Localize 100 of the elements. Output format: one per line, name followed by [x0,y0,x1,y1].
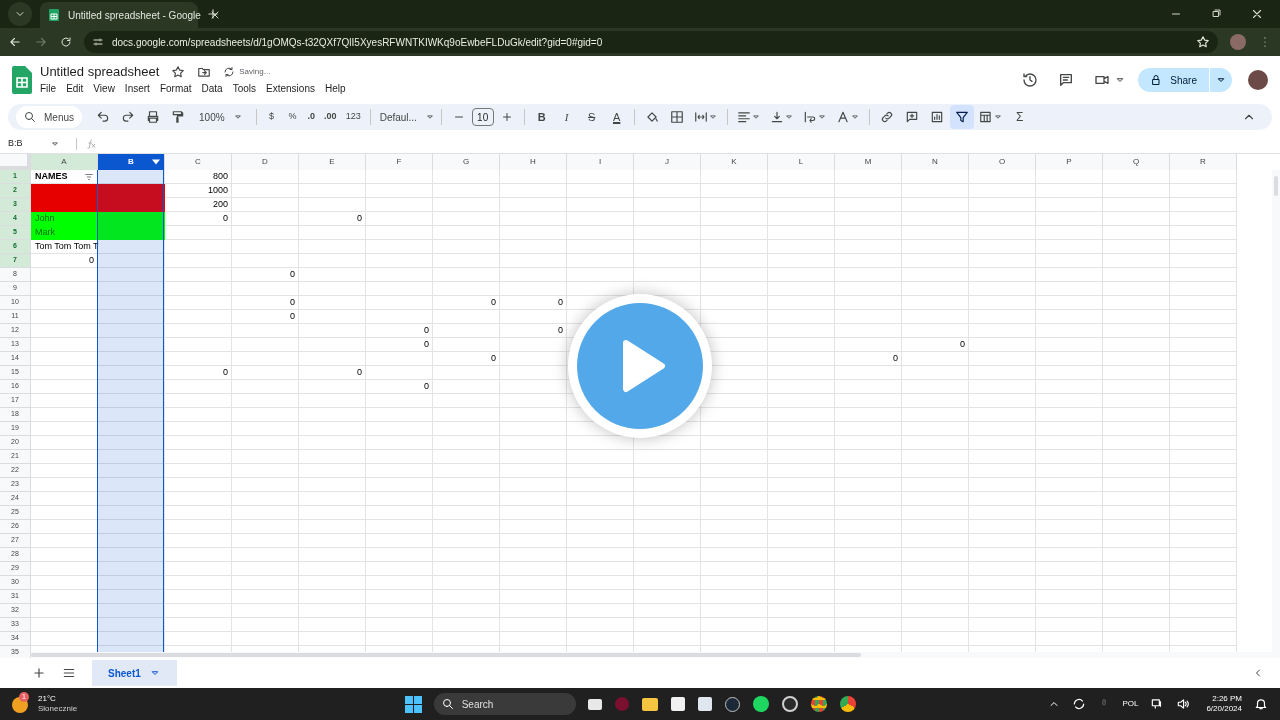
menu-item[interactable]: Format [155,81,196,96]
column-header[interactable]: M [835,154,902,170]
browser-app-icon[interactable] [839,696,856,712]
menu-item[interactable]: Extensions [262,81,319,96]
column-header[interactable]: E [299,154,366,170]
star-icon[interactable] [171,65,186,79]
back-icon[interactable] [8,35,22,49]
column-header[interactable]: P [1036,154,1103,170]
task-view-icon[interactable] [587,698,602,710]
version-history-icon[interactable] [1022,72,1039,88]
name-box[interactable]: B:B [0,135,68,152]
tab-list-button[interactable] [8,2,32,26]
address-bar[interactable]: docs.google.com/spreadsheets/d/1gOMQs-t32QXf7QlI5XyesRFWNTKIWKq9oEwbeFLDuGk/edit?gid=0#gid=0 [84,31,1218,53]
table-cell-text: 1000 [206,184,229,198]
column-header[interactable]: O [969,154,1036,170]
decrease-decimals-button[interactable]: .0 [303,105,320,129]
reload-icon[interactable] [60,36,72,48]
paint-icon [171,110,185,124]
column-header[interactable]: K [701,154,768,170]
column-header[interactable]: R [1170,154,1237,170]
restore-icon[interactable] [1210,8,1222,20]
column-header[interactable]: I [567,154,634,170]
vertical-scrollbar[interactable] [1272,170,1280,658]
horizontal-scrollbar[interactable] [31,652,1272,658]
record-app-icon[interactable] [781,696,798,712]
music-app-icon[interactable] [752,696,769,712]
functions-button[interactable]: Σ [1007,105,1032,129]
volume-icon[interactable] [1176,697,1191,711]
more-formats-button[interactable]: 123 [341,105,365,129]
borders-icon [669,110,684,124]
app-icon[interactable] [724,696,740,712]
table-cell-text: 0 [356,366,363,380]
increase-decimals-button[interactable]: .00 [320,105,341,129]
menu-item[interactable]: File [36,81,61,96]
taskbar-search-field[interactable]: Search [433,693,576,715]
table-cell-text: 0 [356,212,363,226]
menus-search[interactable]: Menus [16,106,82,128]
column-header[interactable]: L [768,154,835,170]
menu-item[interactable]: Data [197,81,227,96]
store-bag-icon[interactable] [697,697,712,711]
search-icon [24,111,36,123]
app-icon[interactable] [670,697,685,711]
menu-item[interactable]: Insert [120,81,154,96]
play-button[interactable] [568,294,712,438]
views-icon [978,110,993,124]
menu-item[interactable]: Edit [62,81,88,96]
column-header[interactable]: C [165,154,232,170]
percent-format-button[interactable]: % [282,105,303,129]
menu-item[interactable]: Tools [228,81,261,96]
language-indicator[interactable]: POL [1122,698,1139,710]
notifications-bell-icon[interactable] [1254,697,1268,711]
zoom-select[interactable]: 100% [195,105,247,129]
profile-avatar[interactable] [1230,34,1246,50]
filter-icon[interactable] [84,172,94,182]
temperature: 21°C [38,694,57,704]
browser-app-icon[interactable] [810,696,827,712]
column-header[interactable]: A [31,154,98,170]
column-header[interactable]: B [98,154,165,170]
table-cell-text: 0 [557,324,564,338]
account-avatar[interactable] [1248,70,1268,90]
column-header[interactable]: D [232,154,299,170]
italic-button[interactable]: I [554,105,579,129]
document-title[interactable]: Untitled spreadsheet [40,64,160,80]
start-icon[interactable] [404,695,422,713]
filter-button[interactable] [949,105,974,129]
strikethrough-button[interactable]: S [579,105,604,129]
text-color-button[interactable]: A [604,105,629,129]
folder-icon[interactable] [641,697,658,711]
wrap-icon [802,110,817,124]
table-cell: NAMES [31,170,98,184]
column-header[interactable]: F [366,154,433,170]
currency-format-button[interactable]: $ [261,105,282,129]
all-sheets-icon[interactable] [62,666,76,680]
clock[interactable]: 2:26 PM 6/20/2024 [1206,694,1242,714]
sheet-tab[interactable]: Sheet1 [92,660,177,686]
menu-item[interactable]: Help [320,81,350,96]
bold-button[interactable]: B [529,105,554,129]
column-header[interactable]: N [902,154,969,170]
forward-icon[interactable] [34,35,48,49]
move-folder-icon[interactable] [197,65,212,79]
comment-icon[interactable] [1058,72,1075,88]
column-header[interactable]: H [500,154,567,170]
table-cell-text: 0 [222,212,229,226]
column-header[interactable]: Q [1103,154,1170,170]
share-button[interactable]: Share [1138,68,1209,92]
table-cell-text: 0 [88,254,95,268]
bookmark-star-icon[interactable] [1196,35,1210,49]
sheets-logo-icon[interactable] [12,66,32,94]
column-header[interactable]: J [634,154,701,170]
font-select[interactable]: Defaul... [375,105,436,129]
menu-item[interactable]: View [89,81,119,96]
site-info-icon [92,36,104,48]
share-options-button[interactable] [1210,68,1232,92]
column-header[interactable]: G [433,154,500,170]
merge-icon [693,110,708,124]
column-menu-caret-icon[interactable] [152,159,160,165]
add-sheet-icon[interactable] [32,666,46,680]
sync-icon[interactable] [1072,697,1087,711]
font-size-field[interactable]: 10 [471,108,494,126]
close-icon[interactable] [1250,7,1264,21]
